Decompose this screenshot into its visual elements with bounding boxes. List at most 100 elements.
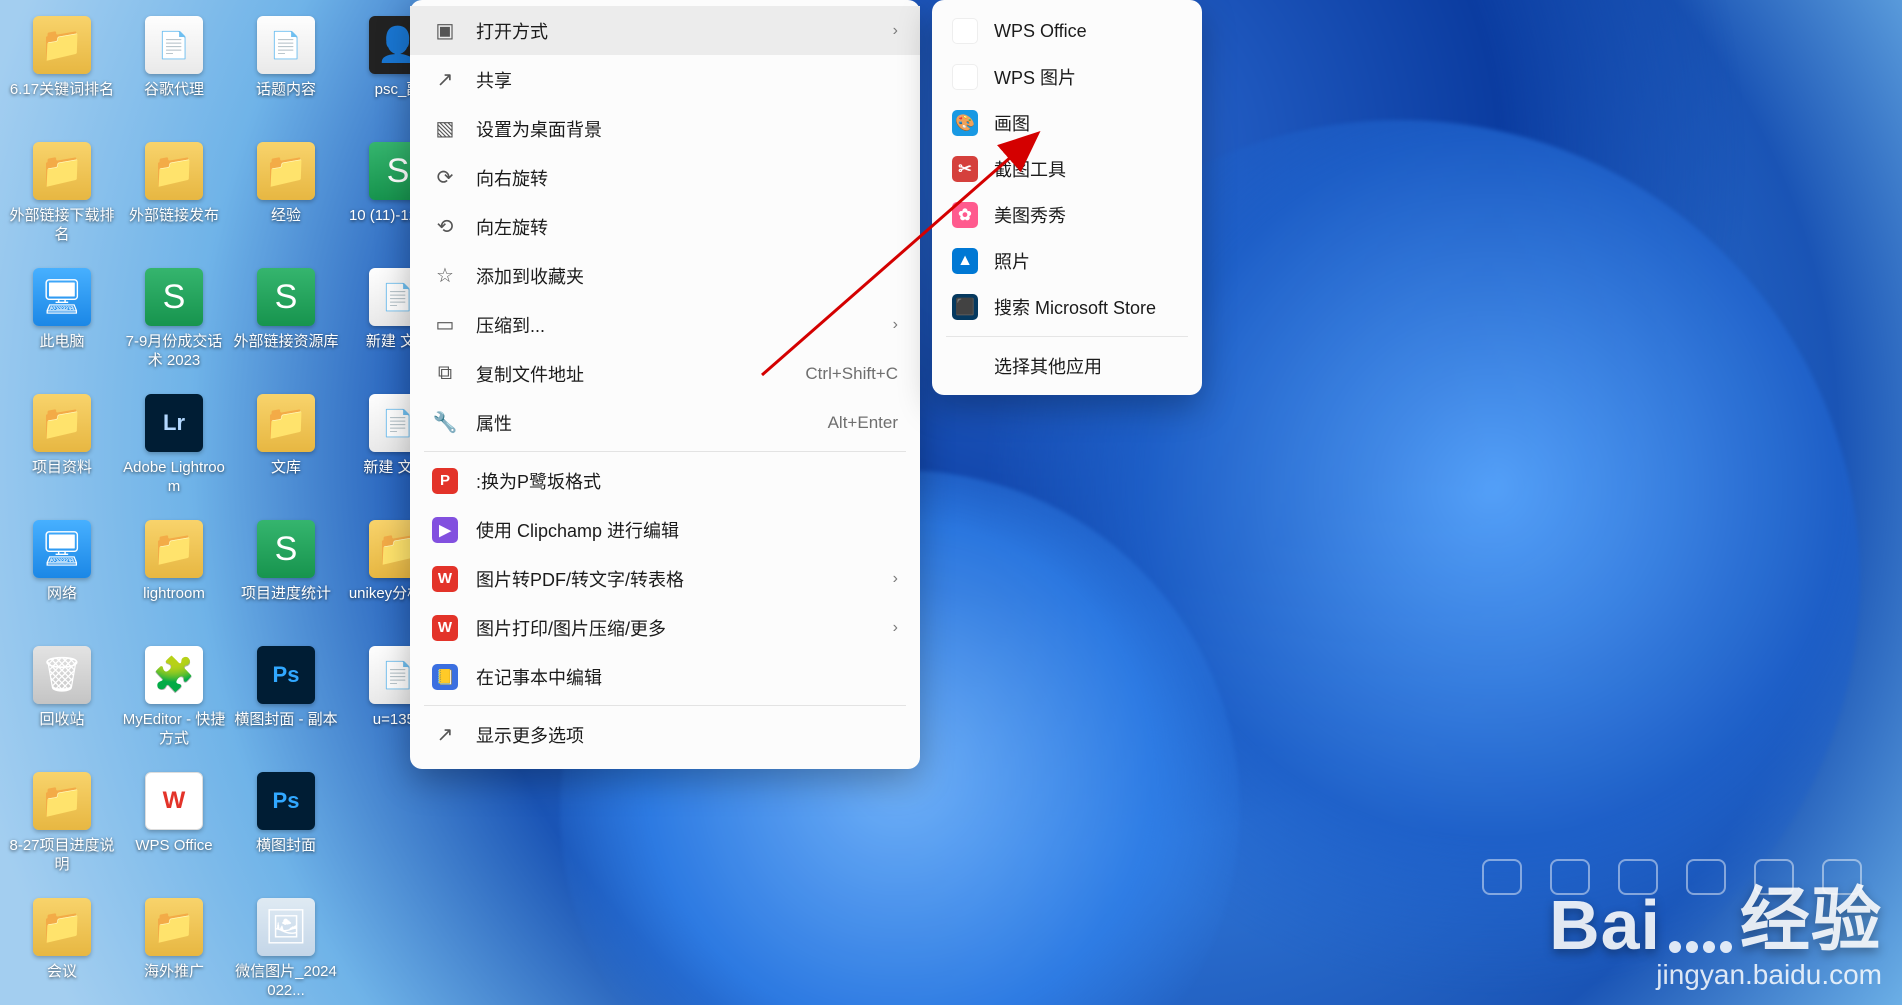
menu-item-label: 图片打印/图片压缩/更多 bbox=[476, 615, 875, 641]
submenu-app-item[interactable]: MWPS 图片 bbox=[932, 54, 1202, 100]
wps-icon: S bbox=[145, 268, 203, 326]
folder-icon: 📁 bbox=[257, 142, 315, 200]
menu-item[interactable]: P :换为P鹭坂格式 bbox=[410, 456, 920, 505]
desktop-icon[interactable]: 📁 文库 bbox=[230, 386, 342, 512]
desktop-icon[interactable] bbox=[342, 764, 454, 890]
submenu-app-label: WPS 图片 bbox=[994, 64, 1076, 90]
desktop-icon[interactable]: 🧩MyEditor - 快捷方式 bbox=[118, 638, 230, 764]
menu-item[interactable]: ⟳向右旋转 bbox=[410, 153, 920, 202]
desktop-icon-label: 谷歌代理 bbox=[144, 80, 204, 99]
ps-icon: Ps bbox=[257, 772, 315, 830]
menu-item-label: 属性 bbox=[476, 410, 810, 436]
desktop-icon-label: 横图封面 bbox=[256, 836, 316, 855]
menu-item[interactable]: W 图片转PDF/转文字/转表格 › bbox=[410, 554, 920, 603]
folder-icon: 📁 bbox=[33, 772, 91, 830]
desktop-icon-label: 海外推广 bbox=[144, 962, 204, 981]
app-icon: ✿ bbox=[952, 202, 978, 228]
desktop-icon[interactable]: 🖥网络 bbox=[6, 512, 118, 638]
submenu-app-item[interactable]: ✿美图秀秀 bbox=[932, 192, 1202, 238]
desktop-icon[interactable]: 🖼微信图片_2024022... bbox=[230, 890, 342, 1005]
menu-item-label: 在记事本中编辑 bbox=[476, 664, 898, 690]
submenu-app-item[interactable]: WWPS Office bbox=[932, 8, 1202, 54]
desktop-icon-label: MyEditor - 快捷方式 bbox=[120, 710, 228, 748]
desktop-icon[interactable]: S 外部链接资源库 bbox=[230, 260, 342, 386]
desktop-icon[interactable]: 🗑回收站 bbox=[6, 638, 118, 764]
desktop-icon[interactable]: 📄话题内容 bbox=[230, 8, 342, 134]
desktop-icon[interactable]: S 项目进度统计 bbox=[230, 512, 342, 638]
menu-separator bbox=[424, 451, 906, 452]
menu-item[interactable]: ↗显示更多选项 bbox=[410, 710, 920, 759]
desktop-icon[interactable]: 📁lightroom bbox=[118, 512, 230, 638]
choose-other-app[interactable]: 选择其他应用 bbox=[932, 343, 1202, 383]
menu-item-shortcut: Ctrl+Shift+C bbox=[805, 364, 898, 384]
desktop-icon[interactable]: S7-9月份成交话术 2023 bbox=[118, 260, 230, 386]
menu-item[interactable]: ▣打开方式› bbox=[410, 6, 920, 55]
desktop-icon[interactable]: LrAdobe Lightroom bbox=[118, 386, 230, 512]
folder-icon: 📁 bbox=[33, 16, 91, 74]
folder-icon: 📁 bbox=[257, 394, 315, 452]
menu-item[interactable]: ▶使用 Clipchamp 进行编辑 bbox=[410, 505, 920, 554]
submenu-app-item[interactable]: ▲照片 bbox=[932, 238, 1202, 284]
menu-item-label: 设置为桌面背景 bbox=[476, 116, 898, 142]
comp-icon: 🖥 bbox=[33, 268, 91, 326]
submenu-app-label: 搜索 Microsoft Store bbox=[994, 294, 1156, 320]
desktop-icon[interactable]: 📁海外推广 bbox=[118, 890, 230, 1005]
desktop-icon[interactable]: Ps 横图封面 bbox=[230, 764, 342, 890]
desktop-icon[interactable]: 🖥此电脑 bbox=[6, 260, 118, 386]
wps-icon: S bbox=[257, 520, 315, 578]
menu-item-label: 使用 Clipchamp 进行编辑 bbox=[476, 517, 898, 543]
menu-item-label: 共享 bbox=[476, 67, 898, 93]
desktop-icon[interactable]: 📁8-27项目进度说明 bbox=[6, 764, 118, 890]
submenu-app-label: 截图工具 bbox=[994, 156, 1066, 182]
desktop-icon-label: 会议 bbox=[47, 962, 77, 981]
watermark-icon-row bbox=[1482, 859, 1862, 895]
desktop-icon-label: 外部链接资源库 bbox=[233, 332, 338, 351]
menu-item[interactable]: ⟲向左旋转 bbox=[410, 202, 920, 251]
desktop-icon[interactable]: Ps横图封面 - 副本 bbox=[230, 638, 342, 764]
app-icon: ⬛ bbox=[952, 294, 978, 320]
chevron-right-icon: › bbox=[893, 570, 898, 588]
desktop-icon[interactable] bbox=[342, 890, 454, 1005]
menu-item[interactable]: ↗共享 bbox=[410, 55, 920, 104]
wps-icon: S bbox=[257, 268, 315, 326]
desktop-icon-label: 项目进度统计 bbox=[241, 584, 331, 603]
menu-item[interactable]: W图片打印/图片压缩/更多› bbox=[410, 603, 920, 652]
menu-item[interactable]: ▭压缩到...› bbox=[410, 300, 920, 349]
menu-item-icon: ▧ bbox=[432, 116, 458, 142]
desktop-icon[interactable]: 📁会议 bbox=[6, 890, 118, 1005]
desktop-icon-label: lightroom bbox=[143, 584, 205, 603]
submenu-app-item[interactable]: ✂截图工具 bbox=[932, 146, 1202, 192]
submenu-app-item[interactable]: ⬛ 搜索 Microsoft Store bbox=[932, 284, 1202, 330]
menu-item-label: 向右旋转 bbox=[476, 165, 898, 191]
desktop-icon[interactable]: 📁经验 bbox=[230, 134, 342, 260]
desktop-icon-label: 项目资料 bbox=[32, 458, 92, 477]
menu-item[interactable]: 🔧属性Alt+Enter bbox=[410, 398, 920, 447]
menu-item-label: 图片转PDF/转文字/转表格 bbox=[476, 566, 875, 592]
menu-item[interactable]: ⧉复制文件地址Ctrl+Shift+C bbox=[410, 349, 920, 398]
menu-item[interactable]: ▧ 设置为桌面背景 bbox=[410, 104, 920, 153]
desktop-icon[interactable]: 📄谷歌代理 bbox=[118, 8, 230, 134]
folder-icon: 📁 bbox=[145, 142, 203, 200]
menu-item-label: 打开方式 bbox=[476, 18, 875, 44]
desktop[interactable]: 📁6.17关键词排名📄谷歌代理📄话题内容👤psc_副📁外部链接下载排名📁外部链接… bbox=[0, 0, 1902, 1005]
desktop-icon[interactable]: WPS Office bbox=[118, 764, 230, 890]
menu-item-icon: P bbox=[432, 468, 458, 494]
submenu-app-label: 画图 bbox=[994, 110, 1030, 136]
menu-item-icon: W bbox=[432, 566, 458, 592]
desktop-icon[interactable]: 📁外部链接发布 bbox=[118, 134, 230, 260]
menu-item-icon: ⟲ bbox=[432, 214, 458, 240]
desktop-icon-label: WPS Office bbox=[135, 836, 212, 855]
open-with-submenu: WWPS OfficeMWPS 图片🎨画图✂截图工具✿美图秀秀▲照片 ⬛ 搜索 Mi… bbox=[932, 0, 1202, 395]
desktop-icon[interactable]: 📁外部链接下载排名 bbox=[6, 134, 118, 260]
menu-item-icon: 📒 bbox=[432, 664, 458, 690]
menu-item[interactable]: 📒 在记事本中编辑 bbox=[410, 652, 920, 701]
menu-separator bbox=[424, 705, 906, 706]
menu-item[interactable]: ☆添加到收藏夹 bbox=[410, 251, 920, 300]
desktop-icon[interactable]: 📁项目资料 bbox=[6, 386, 118, 512]
menu-item-icon: ⧉ bbox=[432, 361, 458, 387]
desktop-icon-label: 文库 bbox=[271, 458, 301, 477]
menu-item-label: :换为P鹭坂格式 bbox=[476, 468, 898, 494]
desktop-icon[interactable]: 📁6.17关键词排名 bbox=[6, 8, 118, 134]
submenu-app-item[interactable]: 🎨画图 bbox=[932, 100, 1202, 146]
bin-icon: 🗑 bbox=[33, 646, 91, 704]
